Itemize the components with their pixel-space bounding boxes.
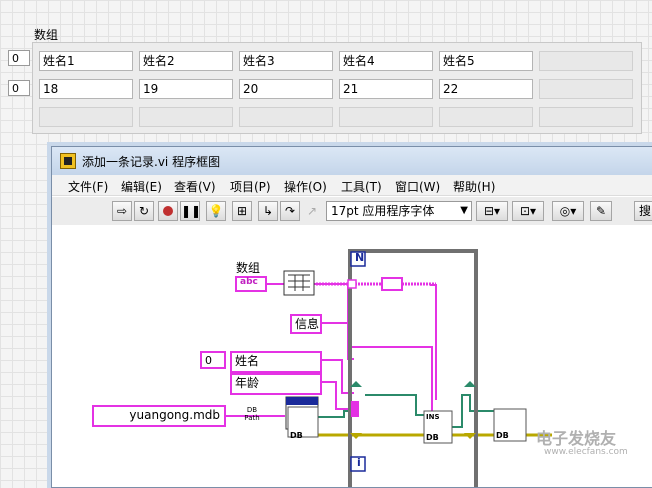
run-arrow-icon[interactable]: ⇨ (112, 201, 132, 221)
menu-view[interactable]: 查看(V) (174, 178, 216, 195)
array-cell[interactable]: 姓名4 (339, 51, 433, 71)
menu-help[interactable]: 帮助(H) (453, 178, 495, 195)
vi-icon (60, 153, 76, 169)
loop-index-text: i (357, 456, 361, 469)
retain-wire-values-icon[interactable]: ⊞ (232, 201, 252, 221)
ins-label: INS (426, 413, 440, 421)
diagram-array-label: 数组 (236, 261, 261, 275)
get-db-path-line2: DB (246, 406, 258, 414)
get-db-path-line3: Path (244, 414, 260, 422)
loop-count-text: N (355, 251, 365, 264)
info-constant[interactable]: 信息 (290, 314, 322, 334)
tunnel (351, 409, 359, 417)
title-bar[interactable]: 添加一条记录.vi 程序框图 (52, 147, 652, 175)
cluster-item-name[interactable]: 姓名 (230, 351, 322, 373)
array-cell-empty[interactable] (339, 107, 433, 127)
array-cell[interactable]: 21 (339, 79, 433, 99)
cluster-item-age[interactable]: 年龄 (230, 373, 322, 395)
db-label-insert: DB (426, 433, 439, 442)
watermark-url: www.elecfans.com (544, 447, 628, 457)
menu-tools[interactable]: 工具(T) (341, 178, 382, 195)
window-title: 添加一条记录.vi 程序框图 (82, 155, 221, 169)
index-array-node[interactable] (381, 277, 403, 291)
array-cell[interactable]: 22 (439, 79, 533, 99)
db-label-close: DB (496, 431, 509, 440)
array-index-row2[interactable]: 0 (8, 80, 30, 96)
step-into-icon[interactable]: ↳ (258, 201, 278, 221)
menu-operate[interactable]: 操作(O) (284, 178, 327, 195)
array-cell[interactable]: 姓名1 (39, 51, 133, 71)
array-cell-empty[interactable] (539, 107, 633, 127)
search-label: 搜 (638, 204, 651, 218)
reorder-icon[interactable]: ◎▾ (552, 201, 584, 221)
watermark-text: 电子发烧友 (536, 429, 617, 448)
font-select-value: 17pt 应用程序字体 (331, 204, 435, 218)
array-label: 数组 (34, 28, 59, 42)
array-cell[interactable]: 姓名5 (439, 51, 533, 71)
step-out-icon[interactable]: ↗ (302, 201, 322, 221)
clean-up-diagram-icon[interactable]: ✎ (590, 201, 612, 221)
index-constant[interactable]: 0 (200, 351, 226, 369)
toolbar: ⇨ ↻ ❚❚ 💡 ⊞ ↳ ↷ ↗ 17pt 应用程序字体 ▼ ⊟▾ ⊡▾ ◎▾ … (52, 197, 652, 226)
array-cell-empty[interactable] (539, 79, 633, 99)
array-control: 姓名1 姓名2 姓名3 姓名4 姓名5 18 19 20 21 22 (32, 42, 642, 134)
search-box-edge[interactable]: 搜 (634, 201, 652, 221)
array-cell-empty[interactable] (439, 107, 533, 127)
array-cell[interactable]: 19 (139, 79, 233, 99)
for-loop[interactable] (348, 249, 478, 487)
step-over-icon[interactable]: ↷ (280, 201, 300, 221)
tunnel (351, 401, 359, 409)
array-cell-empty[interactable] (539, 51, 633, 71)
block-diagram-window: 添加一条记录.vi 程序框图 文件(F) 编辑(E) 查看(V) 项目(P) 操… (51, 146, 652, 488)
highlight-execution-icon[interactable]: 💡 (206, 201, 226, 221)
menu-project[interactable]: 项目(P) (230, 178, 271, 195)
abort-icon[interactable] (158, 201, 178, 221)
menu-edit[interactable]: 编辑(E) (121, 178, 162, 195)
block-diagram-canvas: 数组 abc N i 信息 0 姓名 年龄 yuangong.mdb Get D… (52, 225, 652, 487)
chevron-down-icon: ▼ (460, 205, 468, 216)
array-terminal-text: abc (240, 277, 258, 287)
db-path-constant[interactable]: yuangong.mdb (92, 405, 226, 427)
pause-icon[interactable]: ❚❚ (180, 201, 201, 221)
get-db-path-title: Get (245, 397, 259, 405)
menu-file[interactable]: 文件(F) (68, 178, 108, 195)
array-cell[interactable]: 18 (39, 79, 133, 99)
array-cell-empty[interactable] (139, 107, 233, 127)
db-label-open: DB (290, 431, 303, 440)
array-cell[interactable]: 20 (239, 79, 333, 99)
array-cell[interactable]: 姓名2 (139, 51, 233, 71)
array-cell-empty[interactable] (39, 107, 133, 127)
run-continuous-icon[interactable]: ↻ (134, 201, 154, 221)
font-select[interactable]: 17pt 应用程序字体 ▼ (326, 201, 472, 221)
auto-index-tunnel (347, 279, 357, 289)
db-wires (317, 394, 494, 428)
array-cell[interactable]: 姓名3 (239, 51, 333, 71)
array-index-row1[interactable]: 0 (8, 50, 30, 66)
distribute-objects-icon[interactable]: ⊡▾ (512, 201, 544, 221)
menu-bar: 文件(F) 编辑(E) 查看(V) 项目(P) 操作(O) 工具(T) 窗口(W… (52, 175, 652, 196)
menu-window[interactable]: 窗口(W) (395, 178, 440, 195)
align-objects-icon[interactable]: ⊟▾ (476, 201, 508, 221)
array-cell-empty[interactable] (239, 107, 333, 127)
